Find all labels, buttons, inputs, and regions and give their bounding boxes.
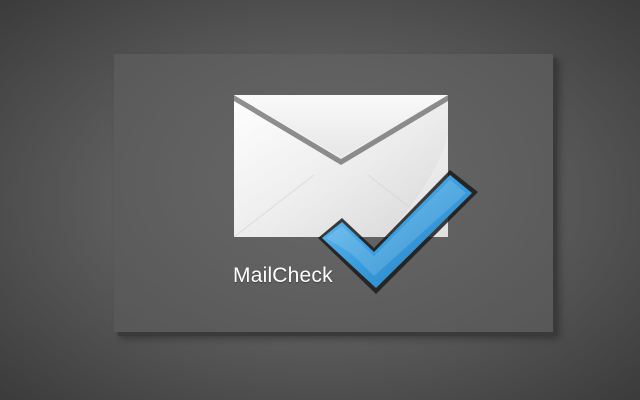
app-name-label: MailCheck <box>233 264 333 287</box>
checkmark-icon <box>318 170 478 294</box>
splash-screen: MailCheck <box>0 0 640 400</box>
